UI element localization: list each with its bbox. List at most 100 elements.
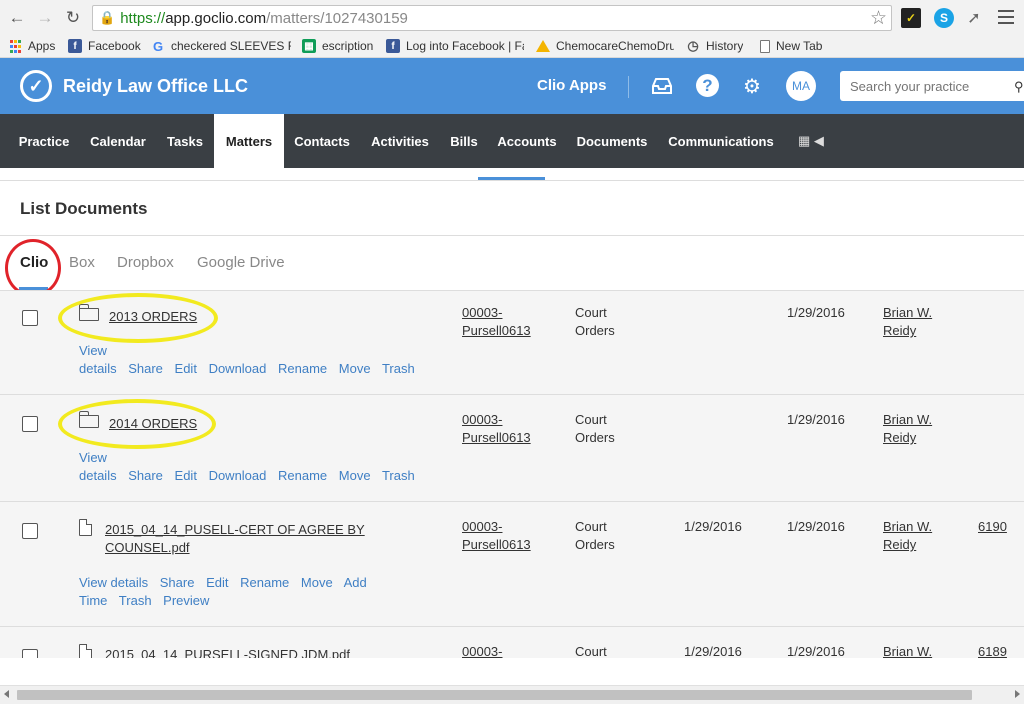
- author-link[interactable]: Brian W. Reidy: [883, 304, 932, 340]
- forward-arrow-icon[interactable]: →: [34, 7, 56, 29]
- tab-box[interactable]: Box: [69, 254, 95, 271]
- nav-activities[interactable]: Activities: [360, 114, 440, 168]
- scroll-left-arrow-icon[interactable]: [4, 690, 9, 698]
- search-icon[interactable]: ⚲: [1014, 79, 1024, 95]
- nav-practice[interactable]: Practice: [8, 114, 80, 168]
- reload-icon[interactable]: ↻: [62, 7, 84, 29]
- trash-link[interactable]: Trash: [119, 593, 152, 608]
- add-time-link[interactable]: Add: [344, 575, 367, 590]
- nav-matters[interactable]: Matters: [214, 114, 284, 168]
- inbox-icon[interactable]: [649, 73, 675, 99]
- author-link[interactable]: Brian W.: [883, 643, 932, 658]
- trash-link[interactable]: Trash: [382, 361, 415, 376]
- preview-link[interactable]: Preview: [163, 593, 209, 608]
- calendar-more-icon[interactable]: ▦ ◀: [798, 133, 824, 149]
- trash-link[interactable]: Trash: [382, 468, 415, 483]
- annotation-yellow-ellipse: [58, 399, 216, 449]
- edit-link[interactable]: Edit: [206, 575, 228, 590]
- bookmark-checkered-sleeves[interactable]: G checkered SLEEVES FA: [151, 39, 291, 53]
- category-cell: Court Orders: [575, 412, 615, 445]
- edit-link[interactable]: Edit: [175, 468, 197, 483]
- author-link[interactable]: Brian W. Reidy: [883, 518, 932, 554]
- page-title: List Documents: [20, 199, 148, 218]
- bookmark-new-tab[interactable]: New Tab: [760, 39, 822, 53]
- extension-arrow-icon[interactable]: ➚: [964, 8, 984, 28]
- nav-calendar[interactable]: Calendar: [80, 114, 156, 168]
- bookmark-star-icon[interactable]: ☆: [870, 7, 887, 30]
- add-time-link[interactable]: Time: [79, 593, 107, 608]
- matter-link[interactable]: 00003- Pursell0613: [462, 411, 531, 447]
- browser-toolbar: ← → ↻ 🔒 https:// app.goclio.com /matters…: [0, 0, 1024, 36]
- table-row: 2014 ORDERS 00003- Pursell0613 Court Ord…: [0, 395, 1024, 502]
- back-arrow-icon[interactable]: ←: [6, 7, 28, 29]
- nav-documents[interactable]: Documents: [566, 114, 658, 168]
- move-link[interactable]: Move: [339, 361, 371, 376]
- header-divider: [628, 76, 629, 98]
- rename-link[interactable]: Rename: [240, 575, 289, 590]
- history-icon: ◷: [687, 39, 699, 53]
- nav-communications[interactable]: Communications: [658, 114, 784, 168]
- move-link[interactable]: Move: [301, 575, 333, 590]
- bookmark-log-into-facebook[interactable]: f Log into Facebook | Fa: [386, 39, 524, 53]
- bookmark-chemocare[interactable]: ChemocareChemoDru: [536, 39, 674, 53]
- row-checkbox[interactable]: [22, 416, 38, 432]
- document-id-link[interactable]: 6189: [978, 643, 1007, 658]
- scrollbar-thumb[interactable]: [17, 690, 972, 700]
- document-name-link[interactable]: 2015_04_14_PUSELL-CERT OF AGREE BY COUNS…: [105, 521, 375, 557]
- bookmark-history[interactable]: ◷ History: [686, 39, 743, 53]
- nav-accounts[interactable]: Accounts: [488, 114, 566, 168]
- scroll-right-arrow-icon[interactable]: [1015, 690, 1020, 698]
- document-id-link[interactable]: 6190: [978, 518, 1007, 536]
- share-link[interactable]: Share: [128, 361, 163, 376]
- download-link[interactable]: Download: [209, 361, 267, 376]
- row-actions: View details Share Edit Rename Move Add …: [79, 574, 375, 610]
- bookmark-apps[interactable]: Apps: [8, 39, 55, 53]
- document-name-link[interactable]: 2015_04_14_PURSELL-SIGNED JDM.pdf: [105, 646, 375, 658]
- share-link[interactable]: Share: [128, 468, 163, 483]
- clio-apps-link[interactable]: Clio Apps: [537, 77, 606, 94]
- help-icon[interactable]: ?: [696, 74, 719, 97]
- skype-icon[interactable]: S: [934, 8, 954, 28]
- view-details-link[interactable]: View details: [79, 575, 148, 590]
- author-link[interactable]: Brian W. Reidy: [883, 411, 932, 447]
- chrome-menu-icon[interactable]: [998, 8, 1014, 26]
- clio-logo-icon[interactable]: ✓: [20, 70, 52, 102]
- avatar[interactable]: MA: [786, 71, 816, 101]
- move-link[interactable]: Move: [339, 468, 371, 483]
- main-nav: Practice Calendar Tasks Matters Contacts…: [0, 114, 1024, 168]
- nav-tasks[interactable]: Tasks: [156, 114, 214, 168]
- matter-link[interactable]: 00003- Pursell0613: [462, 304, 531, 340]
- view-details-link[interactable]: details: [79, 361, 117, 376]
- nav-bills[interactable]: Bills: [440, 114, 488, 168]
- rename-link[interactable]: Rename: [278, 468, 327, 483]
- date-cell: 1/29/2016: [787, 412, 845, 427]
- gear-icon[interactable]: ⚙: [739, 73, 765, 99]
- pdf-file-icon: [79, 519, 92, 536]
- view-details-link[interactable]: View: [79, 450, 107, 465]
- date-cell: 1/29/2016: [787, 305, 845, 320]
- row-checkbox[interactable]: [22, 649, 38, 658]
- firm-name[interactable]: Reidy Law Office LLC: [63, 76, 248, 97]
- nav-contacts[interactable]: Contacts: [284, 114, 360, 168]
- row-checkbox[interactable]: [22, 523, 38, 539]
- sheets-icon: ▦: [302, 39, 316, 53]
- category-cell: Court Orders: [575, 519, 615, 552]
- matter-link[interactable]: 00003-: [462, 643, 502, 658]
- bookmark-escription[interactable]: ▦ escription: [302, 39, 373, 53]
- pdf-file-icon: [79, 644, 92, 658]
- address-bar[interactable]: 🔒 https:// app.goclio.com /matters/10274…: [92, 5, 892, 31]
- view-details-link[interactable]: View: [79, 343, 107, 358]
- matter-link[interactable]: 00003- Pursell0613: [462, 518, 531, 554]
- horizontal-scrollbar[interactable]: [0, 685, 1024, 704]
- tab-google-drive[interactable]: Google Drive: [197, 254, 285, 271]
- download-link[interactable]: Download: [209, 468, 267, 483]
- share-link[interactable]: Share: [160, 575, 195, 590]
- bookmark-facebook[interactable]: f Facebook: [68, 39, 141, 53]
- tab-dropbox[interactable]: Dropbox: [117, 254, 174, 271]
- edit-link[interactable]: Edit: [175, 361, 197, 376]
- search-input[interactable]: [840, 71, 1024, 101]
- row-checkbox[interactable]: [22, 310, 38, 326]
- view-details-link[interactable]: details: [79, 468, 117, 483]
- extension-check-icon[interactable]: ✓: [901, 8, 921, 28]
- rename-link[interactable]: Rename: [278, 361, 327, 376]
